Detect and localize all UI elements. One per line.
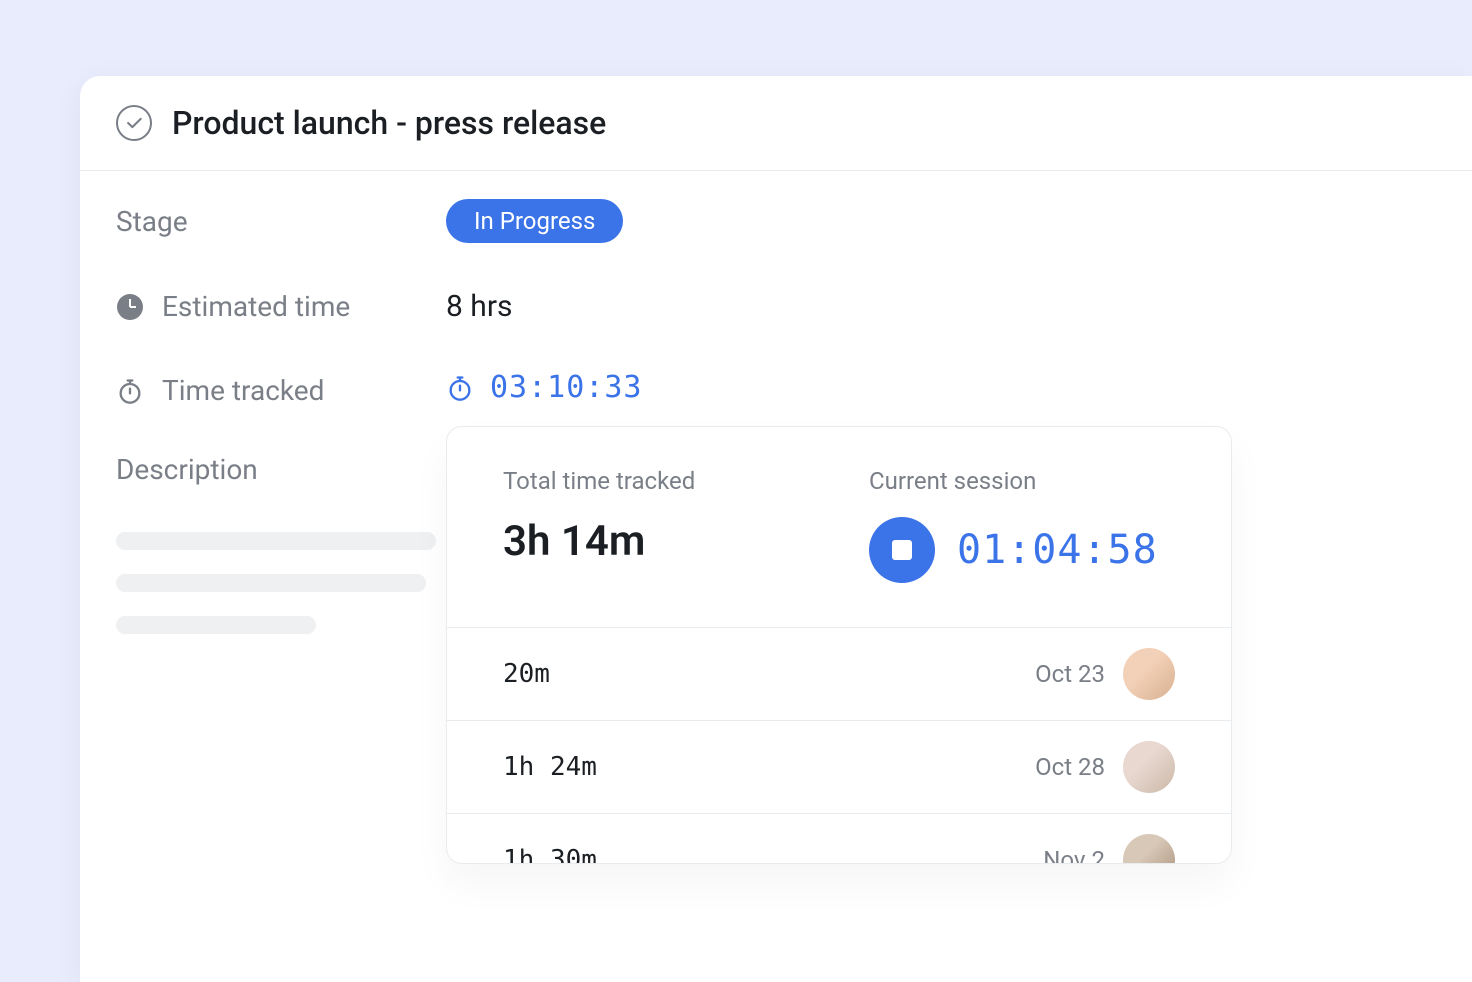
stage-row: Stage In Progress bbox=[116, 199, 1436, 243]
card-content: Stage In Progress Estimated time 8 hrs T… bbox=[80, 171, 1472, 634]
session-entries: 20m Oct 23 1h 24m Oct 28 bbox=[447, 627, 1231, 863]
entry-duration: 1h 30m bbox=[503, 845, 597, 863]
time-tracked-row: Time tracked 03:10:33 Total time tracked… bbox=[116, 370, 1436, 407]
time-tracked-value[interactable]: 03:10:33 bbox=[446, 370, 1436, 405]
estimated-time-row: Estimated time 8 hrs bbox=[116, 289, 1436, 324]
entry-duration: 20m bbox=[503, 659, 550, 689]
entry-date: Nov 2 bbox=[1043, 846, 1105, 863]
clock-icon bbox=[116, 293, 144, 321]
total-time-value: 3h 14m bbox=[503, 517, 809, 566]
stage-badge[interactable]: In Progress bbox=[446, 199, 623, 243]
total-time-label: Total time tracked bbox=[503, 467, 809, 495]
skeleton-line bbox=[116, 616, 316, 634]
stopwatch-icon bbox=[116, 377, 144, 405]
user-avatar bbox=[1123, 648, 1175, 700]
skeleton-line bbox=[116, 574, 426, 592]
description-label: Description bbox=[116, 453, 446, 486]
estimated-time-label: Estimated time bbox=[116, 290, 446, 323]
stage-label: Stage bbox=[116, 205, 446, 238]
session-entry[interactable]: 20m Oct 23 bbox=[447, 628, 1231, 721]
task-card: Product launch - press release Stage In … bbox=[80, 76, 1472, 982]
stopwatch-icon bbox=[446, 374, 474, 402]
current-session-label: Current session bbox=[869, 467, 1175, 495]
time-tracked-label: Time tracked bbox=[116, 374, 446, 407]
user-avatar bbox=[1123, 834, 1175, 863]
user-avatar bbox=[1123, 741, 1175, 793]
current-session-column: Current session 01:04:58 bbox=[869, 467, 1175, 583]
stop-icon bbox=[892, 540, 912, 560]
stop-timer-button[interactable] bbox=[869, 517, 935, 583]
current-session-value: 01:04:58 bbox=[957, 527, 1158, 573]
time-tracking-panel: Total time tracked 3h 14m Current sessio… bbox=[446, 426, 1232, 864]
skeleton-line bbox=[116, 532, 436, 550]
session-entry[interactable]: 1h 30m Nov 2 bbox=[447, 814, 1231, 863]
check-icon bbox=[124, 113, 144, 133]
entry-duration: 1h 24m bbox=[503, 752, 597, 782]
estimated-time-value: 8 hrs bbox=[446, 289, 1436, 324]
description-placeholder bbox=[116, 532, 446, 634]
entry-date: Oct 23 bbox=[1035, 660, 1105, 688]
complete-task-checkbox[interactable] bbox=[116, 105, 152, 141]
total-time-column: Total time tracked 3h 14m bbox=[503, 467, 809, 583]
entry-date: Oct 28 bbox=[1035, 753, 1105, 781]
task-title: Product launch - press release bbox=[172, 104, 606, 142]
panel-summary: Total time tracked 3h 14m Current sessio… bbox=[447, 427, 1231, 627]
card-header: Product launch - press release bbox=[80, 76, 1472, 171]
session-entry[interactable]: 1h 24m Oct 28 bbox=[447, 721, 1231, 814]
